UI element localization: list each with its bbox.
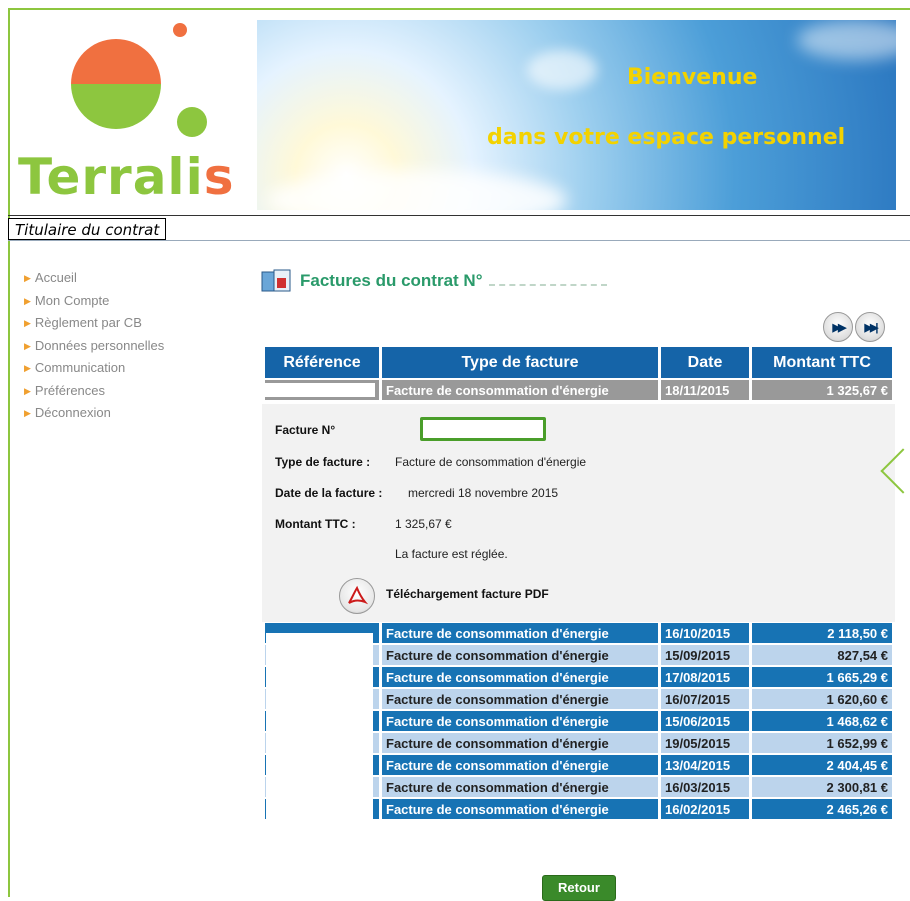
table-cell-date: 17/08/2015 (661, 667, 749, 687)
table-cell-amount: 2 300,81 € (752, 777, 892, 797)
pagination-controls: ▶▶ ▶▶| (823, 312, 885, 342)
table-cell-date: 13/04/2015 (661, 755, 749, 775)
arrow-right-icon: ▶ (24, 408, 31, 418)
sidebar-item-reglement-cb[interactable]: ▶ Règlement par CB (24, 312, 164, 335)
welcome-banner: Bienvenue dans votre espace personnel (257, 20, 896, 210)
sidebar-item-label: Préférences (34, 382, 106, 398)
logo-wordmark: Terralis (18, 148, 234, 206)
sidebar-item-communication[interactable]: ▶ Communication (24, 357, 164, 380)
table-cell-amount: 1 620,60 € (752, 689, 892, 709)
table-row-selected[interactable]: Facture de consommation d'énergie 18/11/… (265, 380, 892, 400)
column-header-reference[interactable]: Référence (265, 347, 379, 378)
table-cell-type: Facture de consommation d'énergie (382, 380, 658, 400)
table-cell-type: Facture de consommation d'énergie (382, 755, 658, 775)
fast-forward-icon[interactable]: ▶▶ (823, 312, 853, 342)
table-cell-date: 19/05/2015 (661, 733, 749, 753)
table-cell-type: Facture de consommation d'énergie (382, 623, 658, 643)
table-cell-amount: 1 325,67 € (752, 380, 892, 400)
download-pdf-link[interactable]: Téléchargement facture PDF (386, 587, 549, 601)
sidebar-nav: ▶ Accueil ▶ Mon Compte ▶ Règlement par CB ▶… (24, 267, 164, 425)
table-cell-type: Facture de consommation d'énergie (382, 777, 658, 797)
table-cell-date: 15/09/2015 (661, 645, 749, 665)
arrow-right-icon: ▶ (24, 363, 31, 373)
date-label: Date de la facture : (275, 486, 383, 500)
table-cell-type: Facture de consommation d'énergie (382, 689, 658, 709)
arrow-right-icon: ▶ (24, 318, 31, 328)
table-cell-date: 18/11/2015 (661, 380, 749, 400)
terralis-logo[interactable]: Terralis (12, 14, 257, 209)
banner-subtitle-text: dans votre espace personnel (487, 125, 846, 150)
type-label: Type de facture : (275, 455, 371, 469)
invoice-book-icon (260, 268, 294, 294)
facture-number-label: Facture N° (275, 423, 336, 437)
sidebar-item-deconnexion[interactable]: ▶ Déconnexion (24, 402, 164, 425)
table-cell-amount: 1 468,62 € (752, 711, 892, 731)
table-cell-amount: 1 652,99 € (752, 733, 892, 753)
logo-wordmark-main: Terrali (18, 148, 204, 206)
table-cell-amount: 2 465,26 € (752, 799, 892, 819)
skip-to-end-icon[interactable]: ▶▶| (855, 312, 885, 342)
table-header-row: Référence Type de facture Date Montant T… (265, 347, 892, 378)
invoice-detail-panel: Facture N° Type de facture : Facture de … (262, 404, 895, 622)
sidebar-item-label: Communication (34, 360, 126, 375)
sidebar-item-preferences[interactable]: ▶ Préférences (24, 380, 164, 403)
sidebar-item-label: Accueil (34, 270, 77, 285)
column-header-date[interactable]: Date (661, 347, 749, 378)
table-cell-amount: 2 404,45 € (752, 755, 892, 775)
table-cell-type: Facture de consommation d'énergie (382, 645, 658, 665)
sidebar-item-label: Déconnexion (34, 405, 111, 420)
header-divider (8, 215, 910, 216)
arrow-right-icon: ▶ (24, 385, 31, 396)
column-header-type[interactable]: Type de facture (382, 347, 658, 378)
table-cell-date: 16/07/2015 (661, 689, 749, 709)
page-header: Factures du contrat N° (260, 268, 607, 294)
column-header-amount[interactable]: Montant TTC (752, 347, 892, 378)
banner-cloud (797, 20, 896, 60)
table-cell-date: 16/03/2015 (661, 777, 749, 797)
table-cell-amount: 827,54 € (752, 645, 892, 665)
banner-cloud (527, 50, 597, 90)
redacted-contract-number (488, 276, 607, 286)
table-cell-amount: 2 118,50 € (752, 623, 892, 643)
banner-cloud (267, 170, 567, 210)
amount-value: 1 325,67 € (395, 517, 452, 531)
table-cell-date: 15/06/2015 (661, 711, 749, 731)
sidebar-item-accueil[interactable]: ▶ Accueil (24, 267, 164, 290)
sidebar-item-label: Données personnelles (34, 337, 165, 353)
table-cell-date: 16/02/2015 (661, 799, 749, 819)
sidebar-item-label: Mon Compte (34, 292, 110, 308)
arrow-right-icon: ▶ (24, 295, 31, 306)
redacted-reference-block (266, 633, 373, 851)
amount-label: Montant TTC : (275, 517, 356, 531)
banner-welcome-text: Bienvenue (627, 65, 758, 90)
sidebar-item-donnees-personnelles[interactable]: ▶ Données personnelles (24, 335, 164, 358)
date-value: mercredi 18 novembre 2015 (408, 486, 559, 500)
titulaire-label: Titulaire du contrat (8, 218, 167, 240)
type-value: Facture de consommation d'énergie (395, 455, 587, 469)
sidebar-item-mon-compte[interactable]: ▶ Mon Compte (24, 290, 164, 313)
facture-number-field (420, 417, 546, 441)
payment-status: La facture est réglée. (395, 547, 508, 561)
table-cell-date: 16/10/2015 (661, 623, 749, 643)
table-cell-amount: 1 665,29 € (752, 667, 892, 687)
retour-button[interactable]: Retour (542, 875, 616, 901)
logo-wordmark-last: s (203, 148, 235, 206)
sidebar-item-label: Règlement par CB (34, 315, 142, 330)
arrow-right-icon: ▶ (24, 340, 31, 351)
table-cell-reference (265, 380, 379, 400)
arrow-right-icon: ▶ (24, 273, 31, 283)
table-cell-type: Facture de consommation d'énergie (382, 733, 658, 753)
page-title: Factures du contrat N° (300, 271, 483, 290)
table-cell-type: Facture de consommation d'énergie (382, 711, 658, 731)
pdf-icon[interactable] (339, 578, 375, 614)
table-cell-type: Facture de consommation d'énergie (382, 667, 658, 687)
table-cell-type: Facture de consommation d'énergie (382, 799, 658, 819)
